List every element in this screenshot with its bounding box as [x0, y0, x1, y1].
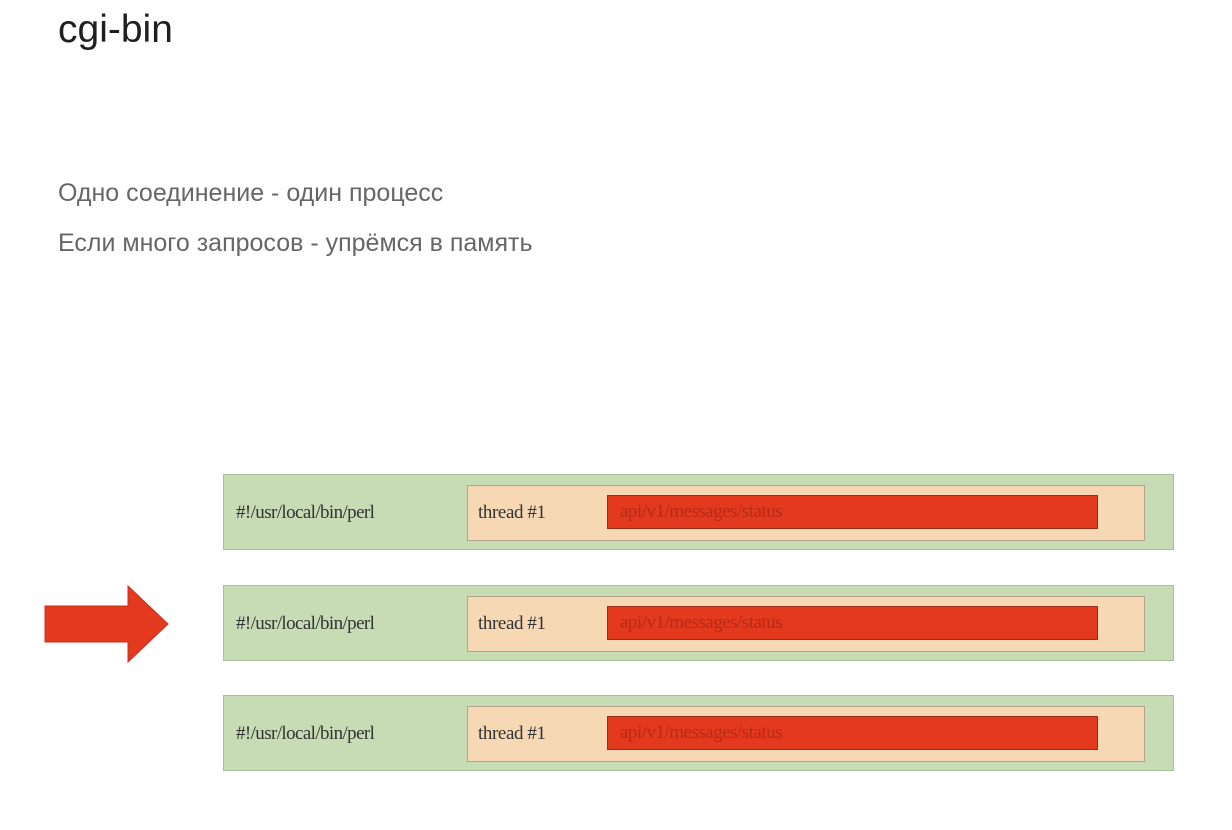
thread-label: thread #1	[478, 502, 546, 523]
request-bar: api/v1/messages/status	[607, 716, 1098, 750]
process-label: #!/usr/local/bin/perl	[236, 613, 375, 634]
bullet-list: Одно соединение - один процесс Если мног…	[58, 168, 533, 268]
process-label: #!/usr/local/bin/perl	[236, 723, 375, 744]
thread-box: thread #1 api/v1/messages/status	[467, 485, 1145, 541]
right-arrow-icon	[44, 585, 169, 663]
thread-label: thread #1	[478, 723, 546, 744]
request-bar: api/v1/messages/status	[607, 495, 1098, 529]
thread-box: thread #1 api/v1/messages/status	[467, 706, 1145, 762]
process-row-highlighted: #!/usr/local/bin/perl thread #1 api/v1/m…	[223, 585, 1174, 661]
bullet-item: Одно соединение - один процесс	[58, 179, 444, 207]
process-row: #!/usr/local/bin/perl thread #1 api/v1/m…	[223, 695, 1174, 771]
process-label: #!/usr/local/bin/perl	[236, 502, 375, 523]
request-bar: api/v1/messages/status	[607, 606, 1098, 640]
thread-label: thread #1	[478, 613, 546, 634]
process-row: #!/usr/local/bin/perl thread #1 api/v1/m…	[223, 474, 1174, 550]
thread-box: thread #1 api/v1/messages/status	[467, 596, 1145, 652]
slide-title: cgi-bin	[58, 8, 173, 51]
bullet-item: Если много запросов - упрёмся в память	[58, 229, 533, 257]
